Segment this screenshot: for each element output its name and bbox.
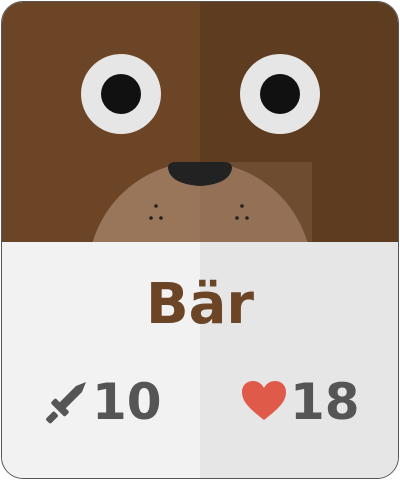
attack-stat: 10	[42, 370, 162, 434]
sword-icon	[42, 378, 90, 426]
card-name: Bär	[145, 272, 255, 337]
health-value: 18	[290, 373, 360, 431]
bear-portrait	[2, 2, 398, 242]
card-info-panel: Bär 10 18	[2, 242, 398, 478]
bear-right-eye	[240, 54, 320, 134]
monster-card[interactable]: Bär 10 18	[1, 1, 399, 479]
bear-left-eye	[81, 54, 161, 134]
heart-icon	[240, 378, 288, 426]
health-stat: 18	[240, 370, 360, 434]
attack-value: 10	[92, 373, 162, 431]
